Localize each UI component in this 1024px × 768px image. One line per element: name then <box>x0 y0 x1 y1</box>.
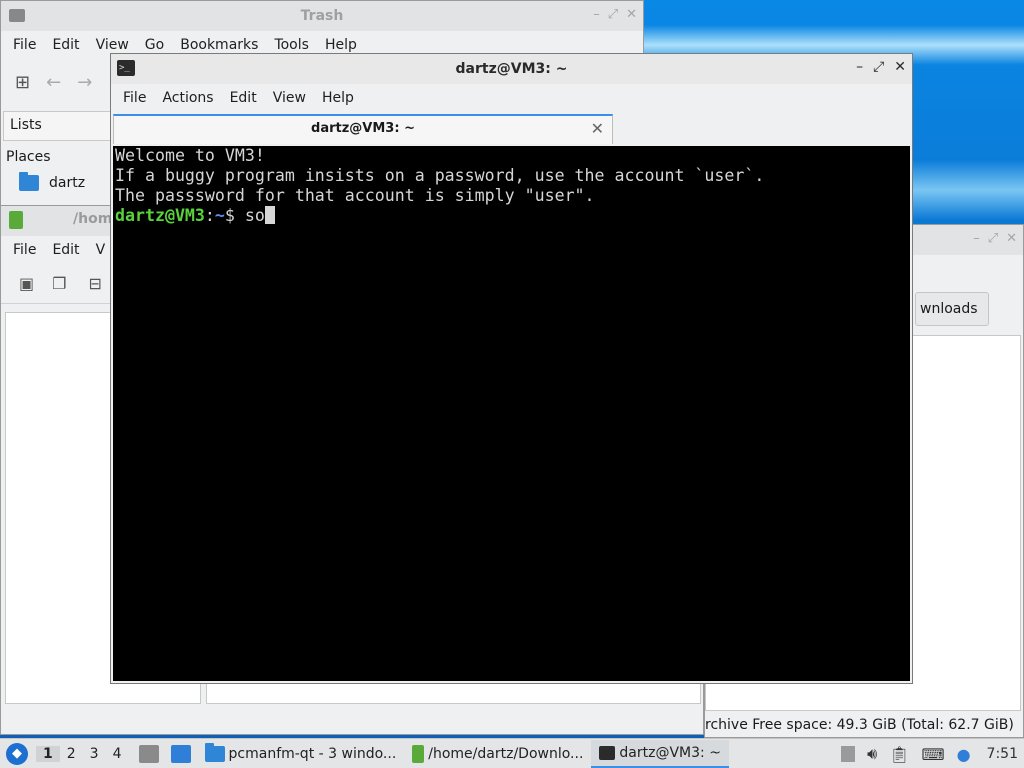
menu-help[interactable]: Help <box>317 37 365 53</box>
file-list-pane <box>206 681 701 704</box>
status-bar: rchive Free space: 49.3 GiB (Total: 62.7… <box>705 717 1014 733</box>
close-icon[interactable]: ✕ <box>626 7 637 22</box>
maximize-icon[interactable]: ⤢ <box>608 7 618 22</box>
maximize-icon[interactable]: ⤢ <box>988 231 998 246</box>
workspace-1[interactable]: 1 <box>36 745 60 762</box>
terminal-line: If a buggy program insists on a password… <box>115 166 765 185</box>
home-folder-icon <box>19 172 39 191</box>
tab-bar: dartz@VM3: ~ ✕ <box>111 112 912 144</box>
place-item-label: dartz <box>49 175 86 191</box>
trash-titlebar[interactable]: Trash – ⤢ ✕ <box>1 1 643 31</box>
volume-icon[interactable]: 🔊︎ <box>867 744 877 764</box>
minimize-icon[interactable]: – <box>856 59 863 75</box>
prompt-separator: : <box>204 206 215 225</box>
keyboard-layout-icon[interactable] <box>841 746 856 762</box>
back-arrow-icon[interactable]: ← <box>46 72 61 93</box>
places-heading: Places <box>6 149 51 165</box>
new-tab-icon[interactable]: ⊞ <box>15 72 30 93</box>
typed-command: so <box>244 206 265 225</box>
terminal-window: >_ dartz@VM3: ~ – ⤢ ✕ File Actions Edit … <box>110 53 913 684</box>
tab-label: dartz@VM3: ~ <box>311 121 415 136</box>
menu-bookmarks[interactable]: Bookmarks <box>172 37 266 53</box>
window-title: dartz@VM3: ~ <box>455 61 568 77</box>
task-label: pcmanfm-qt - 3 windo... <box>228 745 397 762</box>
forward-arrow-icon[interactable]: → <box>77 72 92 93</box>
text-cursor <box>264 206 275 224</box>
menu-file[interactable]: File <box>115 90 154 106</box>
maximize-icon[interactable]: ⤢ <box>873 59 884 75</box>
window-title: Trash <box>300 8 344 24</box>
workspace-4[interactable]: 4 <box>106 746 129 762</box>
menu-tools[interactable]: Tools <box>266 37 317 53</box>
folder-icon <box>204 742 225 762</box>
network-icon[interactable]: ⌨ <box>921 745 944 764</box>
terminal-line: Welcome to VM3! <box>115 146 265 165</box>
archive-app-icon <box>9 211 23 229</box>
terminal-titlebar[interactable]: >_ dartz@VM3: ~ – ⤢ ✕ <box>111 54 912 84</box>
menubar: File Actions Edit View Help <box>111 84 912 112</box>
window-title: /hom <box>73 211 113 227</box>
minimize-icon[interactable]: – <box>593 7 600 22</box>
prompt-symbol: $ <box>224 206 245 225</box>
close-icon[interactable]: ✕ <box>894 59 906 75</box>
task-label: /home/dartz/Downlo... <box>428 745 584 762</box>
terminal-line: The passsword for that account is simply… <box>115 186 595 205</box>
close-tab-icon[interactable]: ✕ <box>591 119 604 138</box>
minimize-icon[interactable]: – <box>973 231 980 246</box>
menu-go[interactable]: Go <box>137 37 172 53</box>
terminal-screen[interactable]: Welcome to VM3! If a buggy program insist… <box>113 146 910 681</box>
lists-label: Lists <box>10 117 42 133</box>
place-item-home[interactable]: dartz <box>19 172 86 191</box>
menu-edit[interactable]: Edit <box>222 90 265 106</box>
close-icon[interactable]: ✕ <box>1006 231 1017 246</box>
menu-edit[interactable]: Edit <box>44 242 87 258</box>
system-tray: 🔊︎ 📋︎ ⌨ ● 7:51 <box>841 739 1024 768</box>
task-label: dartz@VM3: ~ <box>619 744 721 761</box>
menu-view[interactable]: View <box>265 90 314 106</box>
task-downloads[interactable]: /home/dartz/Downlo... <box>404 740 591 768</box>
window-controls: – ⤢ ✕ <box>973 231 1017 246</box>
new-archive-icon[interactable]: ▣ <box>19 274 34 293</box>
prompt-line: dartz@VM3:~$ so <box>115 206 910 226</box>
tab-terminal[interactable]: dartz@VM3: ~ ✕ <box>113 114 613 144</box>
downloads-path-button[interactable]: wnloads <box>915 292 989 326</box>
clock[interactable]: 7:51 <box>987 746 1018 762</box>
taskbar: ◆ 1 2 3 4 pcmanfm-qt - 3 windo... /home/… <box>0 738 1024 768</box>
archive-app-icon <box>412 744 425 763</box>
show-desktop-icon[interactable] <box>170 744 191 763</box>
window-controls: – ⤢ ✕ <box>593 7 637 22</box>
menu-actions[interactable]: Actions <box>154 90 221 106</box>
menu-view[interactable]: View <box>88 37 137 53</box>
open-archive-icon[interactable]: ❐ <box>52 274 66 293</box>
window-controls: – ⤢ ✕ <box>856 59 906 75</box>
start-menu-icon[interactable]: ◆ <box>6 742 28 765</box>
prompt-path: ~ <box>214 206 225 225</box>
workspace-2[interactable]: 2 <box>60 746 83 762</box>
menu-edit[interactable]: Edit <box>44 37 87 53</box>
menu-file[interactable]: File <box>5 242 44 258</box>
task-terminal[interactable]: dartz@VM3: ~ <box>591 739 729 768</box>
menu-file[interactable]: File <box>5 37 44 53</box>
prompt-user: dartz@VM3 <box>115 206 205 225</box>
notification-icon[interactable]: ● <box>957 745 971 764</box>
task-pcmanfm[interactable]: pcmanfm-qt - 3 windo... <box>197 740 405 768</box>
terminal-icon <box>599 745 616 760</box>
clipboard-icon[interactable]: 📋︎ <box>889 745 909 764</box>
file-manager-launcher-icon[interactable] <box>138 744 159 763</box>
extract-icon[interactable]: ⊟ <box>88 274 101 293</box>
downloads-path-label: wnloads <box>920 301 978 317</box>
side-pane-selector[interactable]: Lists <box>3 111 113 141</box>
menu-help[interactable]: Help <box>314 90 362 106</box>
workspace-3[interactable]: 3 <box>83 746 106 762</box>
